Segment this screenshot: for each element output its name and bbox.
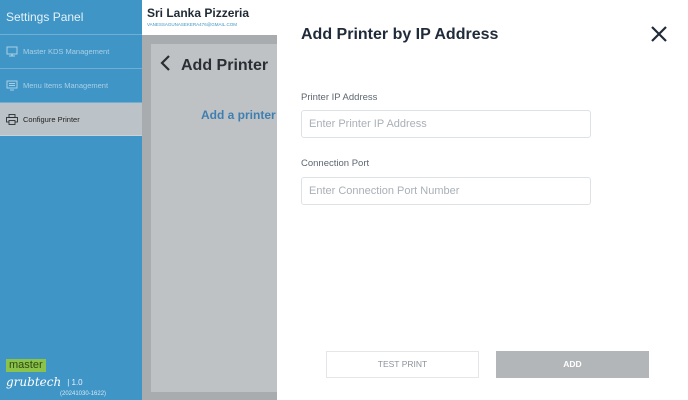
content-card: Add Printer Add a printer b	[151, 44, 286, 392]
modal-title: Add Printer by IP Address	[301, 26, 499, 43]
printer-icon	[6, 113, 18, 125]
connection-port-label: Connection Port	[301, 158, 370, 169]
monitor-icon	[6, 46, 18, 57]
page-title: Add Printer	[181, 57, 269, 74]
add-printer-link[interactable]: Add a printer b	[201, 108, 286, 122]
sidebar-item-master-kds[interactable]: Master KDS Management	[0, 35, 142, 69]
brand-logo-grubtech: grubtech	[6, 375, 62, 389]
connection-port-input[interactable]	[301, 177, 591, 205]
add-button[interactable]: ADD	[496, 351, 649, 378]
main-content-overlay: Sri Lanka Pizzeria VANESSAGUNASEKERA476@…	[142, 0, 286, 400]
ip-address-input[interactable]	[301, 110, 591, 138]
chevron-left-icon[interactable]	[159, 54, 171, 78]
store-email: VANESSAGUNASEKERA476@GMAIL.COM	[147, 22, 238, 27]
sidebar-item-label: Master KDS Management	[23, 47, 110, 56]
build-number: (20241030-1622)	[60, 391, 107, 397]
sidebar-item-menu-items[interactable]: Menu Items Management	[0, 69, 142, 103]
ip-address-label: Printer IP Address	[301, 92, 378, 103]
sidebar-item-configure-printer[interactable]: Configure Printer	[0, 103, 142, 136]
brand-logo-master: master	[6, 359, 46, 372]
add-printer-modal: Add Printer by IP Address Printer IP Add…	[277, 0, 688, 400]
sidebar-title: Settings Panel	[0, 0, 142, 35]
brand-footer: master grubtech | 1.0 (20241030-1622)	[6, 355, 106, 397]
menu-icon	[6, 80, 18, 91]
app-version: | 1.0	[67, 377, 83, 387]
test-print-button[interactable]: TEST PRINT	[326, 351, 479, 378]
page-header: Add Printer	[151, 44, 277, 88]
store-header: Sri Lanka Pizzeria VANESSAGUNASEKERA476@…	[142, 0, 277, 35]
sidebar-item-label: Configure Printer	[23, 114, 80, 124]
store-name: Sri Lanka Pizzeria	[147, 6, 250, 20]
sidebar-item-label: Menu Items Management	[23, 81, 109, 90]
close-icon[interactable]	[648, 23, 670, 45]
sidebar: Settings Panel Master KDS Management Men…	[0, 0, 142, 400]
